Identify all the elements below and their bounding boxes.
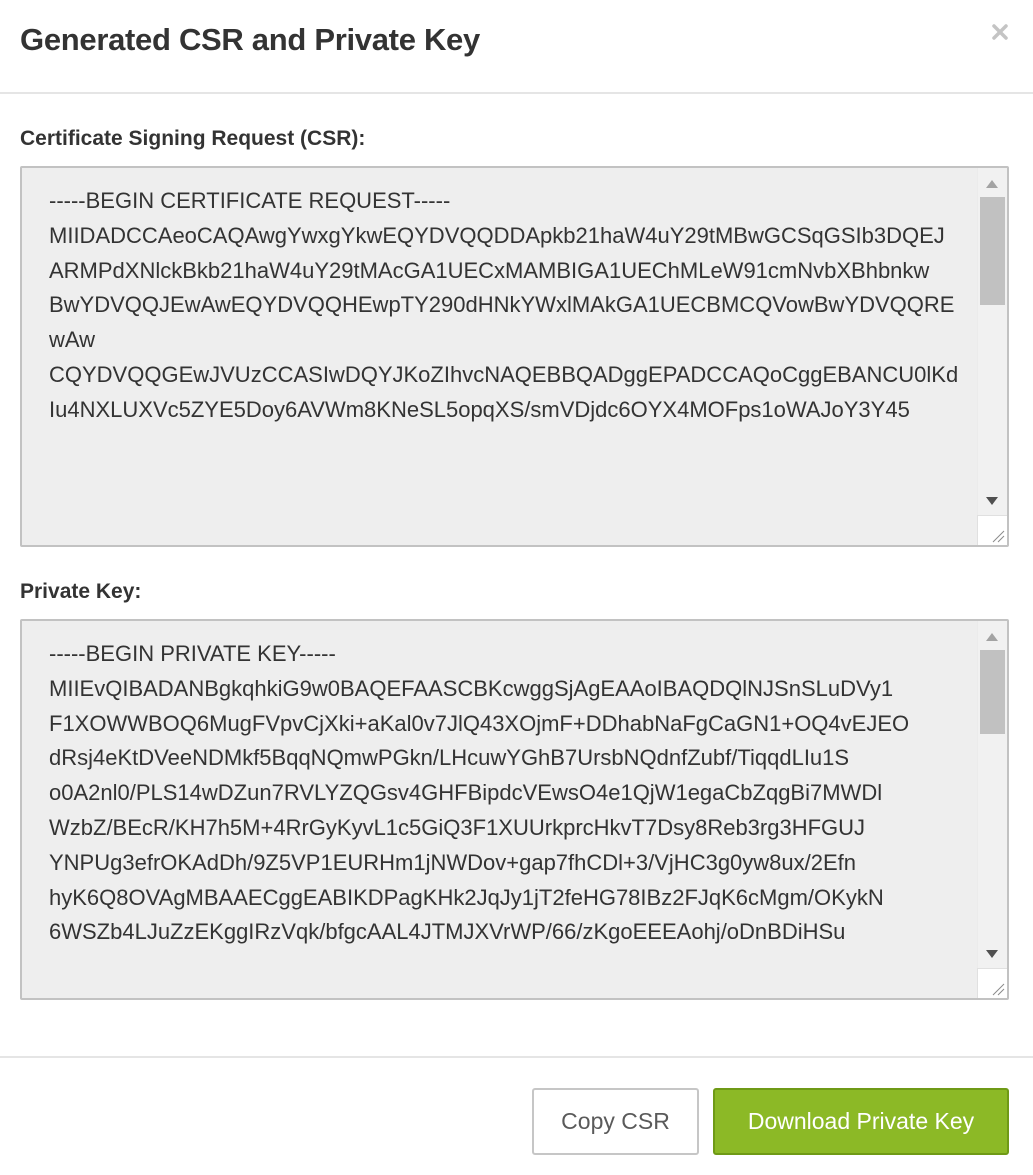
private-key-scroll-thumb[interactable]: [980, 650, 1005, 734]
private-key-scrollbar[interactable]: [977, 621, 1007, 998]
scroll-up-arrow-icon[interactable]: [986, 180, 998, 188]
scroll-down-arrow-icon[interactable]: [986, 497, 998, 505]
resize-grip-icon: [992, 530, 1005, 543]
private-key-resize-handle[interactable]: [977, 968, 1007, 998]
download-private-key-button[interactable]: Download Private Key: [713, 1088, 1009, 1155]
scroll-down-arrow-icon[interactable]: [986, 950, 998, 958]
modal-footer: Copy CSR Download Private Key: [0, 1056, 1033, 1175]
private-key-text[interactable]: -----BEGIN PRIVATE KEY----- MIIEvQIBADAN…: [49, 637, 967, 950]
csr-textarea[interactable]: -----BEGIN CERTIFICATE REQUEST----- MIID…: [20, 166, 1009, 547]
close-icon: [992, 24, 1008, 40]
close-button[interactable]: [986, 18, 1014, 46]
csr-label: Certificate Signing Request (CSR):: [20, 127, 366, 150]
modal-title: Generated CSR and Private Key: [20, 22, 480, 57]
private-key-textarea[interactable]: -----BEGIN PRIVATE KEY----- MIIEvQIBADAN…: [20, 619, 1009, 1000]
csr-text[interactable]: -----BEGIN CERTIFICATE REQUEST----- MIID…: [49, 184, 967, 428]
scroll-up-arrow-icon[interactable]: [986, 633, 998, 641]
resize-grip-icon: [992, 983, 1005, 996]
private-key-label: Private Key:: [20, 580, 142, 603]
csr-scrollbar[interactable]: [977, 168, 1007, 545]
csr-resize-handle[interactable]: [977, 515, 1007, 545]
modal-header: Generated CSR and Private Key: [0, 0, 1033, 94]
csr-scroll-thumb[interactable]: [980, 197, 1005, 305]
copy-csr-button[interactable]: Copy CSR: [532, 1088, 699, 1155]
